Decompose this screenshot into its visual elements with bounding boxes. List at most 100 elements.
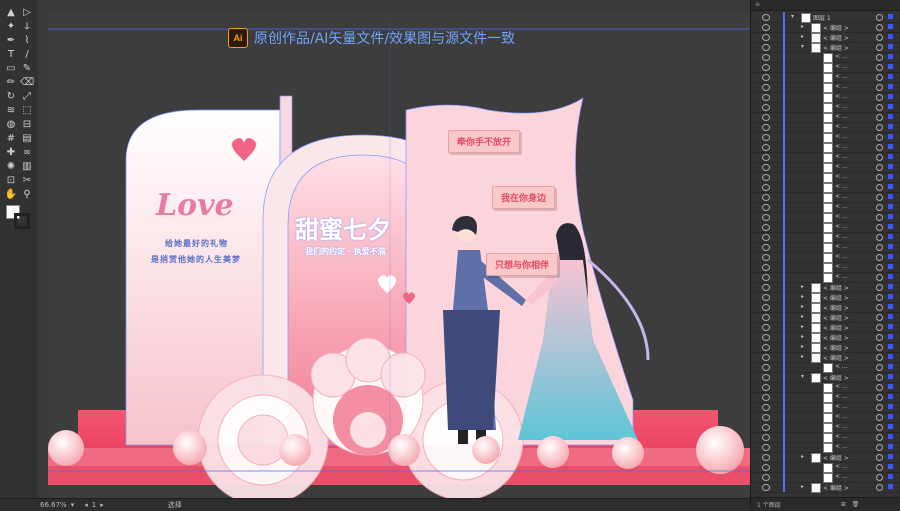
delete-layer-icon[interactable]: 🗑 bbox=[852, 501, 860, 508]
target-circle-icon[interactable] bbox=[876, 294, 883, 301]
target-circle-icon[interactable] bbox=[876, 284, 883, 291]
curvature-icon[interactable]: ⌇ bbox=[20, 34, 34, 48]
mesh-icon[interactable]: # bbox=[4, 132, 18, 146]
blend-icon[interactable]: ∞ bbox=[20, 146, 34, 160]
visibility-eye-icon[interactable] bbox=[762, 204, 770, 211]
target-circle-icon[interactable] bbox=[876, 374, 883, 381]
target-circle-icon[interactable] bbox=[876, 214, 883, 221]
selection-indicator[interactable] bbox=[888, 324, 893, 329]
selection-indicator[interactable] bbox=[888, 284, 893, 289]
target-circle-icon[interactable] bbox=[876, 404, 883, 411]
target-circle-icon[interactable] bbox=[876, 424, 883, 431]
target-circle-icon[interactable] bbox=[876, 54, 883, 61]
target-circle-icon[interactable] bbox=[876, 274, 883, 281]
zoom-icon[interactable]: ⚲ bbox=[20, 188, 34, 202]
selection-indicator[interactable] bbox=[888, 404, 893, 409]
selection-indicator[interactable] bbox=[888, 204, 893, 209]
selection-indicator[interactable] bbox=[888, 54, 893, 59]
selection-indicator[interactable] bbox=[888, 464, 893, 469]
visibility-eye-icon[interactable] bbox=[762, 374, 770, 381]
visibility-eye-icon[interactable] bbox=[762, 284, 770, 291]
target-circle-icon[interactable] bbox=[876, 344, 883, 351]
visibility-eye-icon[interactable] bbox=[762, 454, 770, 461]
selection-indicator[interactable] bbox=[888, 44, 893, 49]
slice-icon[interactable]: ✂ bbox=[20, 174, 34, 188]
selection-indicator[interactable] bbox=[888, 384, 893, 389]
visibility-eye-icon[interactable] bbox=[762, 414, 770, 421]
pencil-icon[interactable]: ✏ bbox=[4, 76, 18, 90]
disclosure-triangle-icon[interactable]: ▸ bbox=[801, 293, 804, 300]
selection-indicator[interactable] bbox=[888, 294, 893, 299]
target-circle-icon[interactable] bbox=[876, 174, 883, 181]
selection-indicator[interactable] bbox=[888, 74, 893, 79]
rectangle-icon[interactable]: ▭ bbox=[4, 62, 18, 76]
chevron-down-icon[interactable]: ▾ bbox=[71, 501, 75, 509]
disclosure-triangle-icon[interactable]: ▸ bbox=[801, 353, 804, 360]
target-circle-icon[interactable] bbox=[876, 74, 883, 81]
visibility-eye-icon[interactable] bbox=[762, 124, 770, 131]
target-circle-icon[interactable] bbox=[876, 24, 883, 31]
selection-indicator[interactable] bbox=[888, 434, 893, 439]
selection-indicator[interactable] bbox=[888, 184, 893, 189]
selection-indicator[interactable] bbox=[888, 394, 893, 399]
disclosure-triangle-icon[interactable]: ▸ bbox=[801, 313, 804, 320]
shape-builder-icon[interactable]: ◍ bbox=[4, 118, 18, 132]
visibility-eye-icon[interactable] bbox=[762, 64, 770, 71]
target-circle-icon[interactable] bbox=[876, 244, 883, 251]
target-circle-icon[interactable] bbox=[876, 384, 883, 391]
symbol-sprayer-icon[interactable]: ✺ bbox=[4, 160, 18, 174]
selection-indicator[interactable] bbox=[888, 444, 893, 449]
target-circle-icon[interactable] bbox=[876, 464, 883, 471]
target-circle-icon[interactable] bbox=[876, 204, 883, 211]
disclosure-triangle-icon[interactable]: ▾ bbox=[791, 13, 794, 20]
hand-icon[interactable]: ✋ bbox=[4, 188, 18, 202]
selection-indicator[interactable] bbox=[888, 164, 893, 169]
target-circle-icon[interactable] bbox=[876, 484, 883, 491]
magic-wand-icon[interactable]: ✦ bbox=[4, 20, 18, 34]
target-circle-icon[interactable] bbox=[876, 124, 883, 131]
target-circle-icon[interactable] bbox=[876, 44, 883, 51]
disclosure-triangle-icon[interactable]: ▸ bbox=[801, 483, 804, 490]
visibility-eye-icon[interactable] bbox=[762, 264, 770, 271]
visibility-eye-icon[interactable] bbox=[762, 154, 770, 161]
target-circle-icon[interactable] bbox=[876, 34, 883, 41]
selection-indicator[interactable] bbox=[888, 214, 893, 219]
selection-indicator[interactable] bbox=[888, 134, 893, 139]
selection-indicator[interactable] bbox=[888, 334, 893, 339]
visibility-eye-icon[interactable] bbox=[762, 194, 770, 201]
visibility-eye-icon[interactable] bbox=[762, 224, 770, 231]
selection-indicator[interactable] bbox=[888, 144, 893, 149]
selection-indicator[interactable] bbox=[888, 234, 893, 239]
artboard-canvas[interactable]: Love 给她最好的礼物 是捎赏他她的人生美梦 甜蜜七夕 我们的约定 · 执爱不… bbox=[48, 10, 750, 498]
visibility-eye-icon[interactable] bbox=[762, 14, 770, 21]
selection-indicator[interactable] bbox=[888, 84, 893, 89]
target-circle-icon[interactable] bbox=[876, 164, 883, 171]
visibility-eye-icon[interactable] bbox=[762, 234, 770, 241]
visibility-eye-icon[interactable] bbox=[762, 214, 770, 221]
visibility-eye-icon[interactable] bbox=[762, 144, 770, 151]
visibility-eye-icon[interactable] bbox=[762, 464, 770, 471]
selection-indicator[interactable] bbox=[888, 374, 893, 379]
disclosure-triangle-icon[interactable]: ▾ bbox=[801, 373, 804, 380]
visibility-eye-icon[interactable] bbox=[762, 474, 770, 481]
zoom-level[interactable]: 66.67% bbox=[40, 501, 67, 509]
visibility-eye-icon[interactable] bbox=[762, 324, 770, 331]
target-circle-icon[interactable] bbox=[876, 14, 883, 21]
selection-indicator[interactable] bbox=[888, 314, 893, 319]
artboard-number[interactable]: 1 bbox=[92, 501, 96, 509]
visibility-eye-icon[interactable] bbox=[762, 354, 770, 361]
visibility-eye-icon[interactable] bbox=[762, 24, 770, 31]
visibility-eye-icon[interactable] bbox=[762, 94, 770, 101]
target-circle-icon[interactable] bbox=[876, 134, 883, 141]
target-circle-icon[interactable] bbox=[876, 444, 883, 451]
free-transform-icon[interactable]: ⬚ bbox=[20, 104, 34, 118]
selection-indicator[interactable] bbox=[888, 264, 893, 269]
selection-indicator[interactable] bbox=[888, 154, 893, 159]
select-arrow-icon[interactable]: ▲ bbox=[4, 6, 18, 20]
visibility-eye-icon[interactable] bbox=[762, 254, 770, 261]
selection-indicator[interactable] bbox=[888, 364, 893, 369]
visibility-eye-icon[interactable] bbox=[762, 404, 770, 411]
selection-indicator[interactable] bbox=[888, 174, 893, 179]
disclosure-triangle-icon[interactable]: ▸ bbox=[801, 23, 804, 30]
visibility-eye-icon[interactable] bbox=[762, 364, 770, 371]
